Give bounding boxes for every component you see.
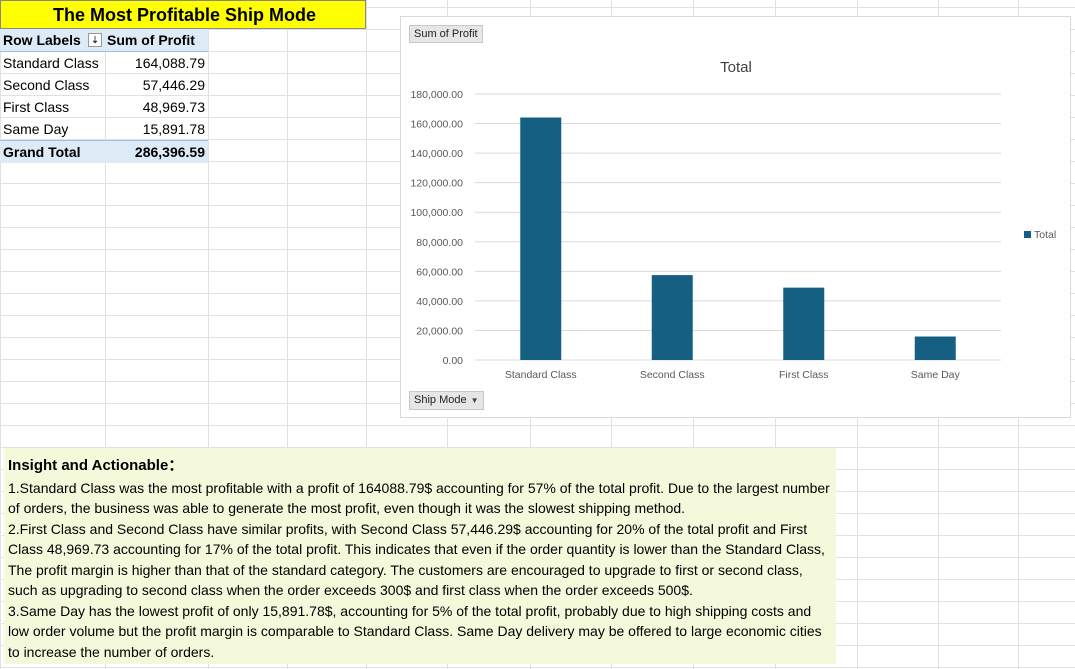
pivot-row[interactable]: Same Day 15,891.78 xyxy=(0,118,208,140)
x-tick-label: First Class xyxy=(779,369,829,381)
y-tick-label: 60,000.00 xyxy=(416,266,463,278)
x-tick-label: Standard Class xyxy=(505,369,577,381)
row-value: 164,088.79 xyxy=(134,55,205,71)
grand-total-value: 286,396.59 xyxy=(134,144,205,160)
field-button-label: Sum of Profit xyxy=(414,28,478,40)
bar-chart-svg: 0.00 20,000.00 40,000.00 60,000.00 80,000.00… xyxy=(410,59,1056,381)
filter-sort-icon[interactable]: ⇣ xyxy=(88,33,102,47)
sum-of-profit-field-button[interactable]: Sum of Profit xyxy=(409,25,483,43)
pivot-title: The Most Profitable Ship Mode xyxy=(0,0,366,29)
y-tick-label: 40,000.00 xyxy=(416,296,463,308)
y-tick-label: 100,000.00 xyxy=(410,207,463,219)
ship-mode-field-button[interactable]: Ship Mode ▼ xyxy=(409,391,484,410)
insight-textbox[interactable]: Insight and Actionable： 1.Standard Class… xyxy=(4,448,836,664)
insight-heading: Insight and Actionable： xyxy=(8,457,184,474)
row-value: 15,891.78 xyxy=(142,121,205,137)
pivot-row[interactable]: First Class 48,969.73 xyxy=(0,96,208,118)
pivot-table: Row Labels ⇣ Sum of Profit Standard Clas… xyxy=(0,29,208,163)
chart-title: Total xyxy=(720,59,752,76)
row-label: Same Day xyxy=(3,121,69,137)
insight-point: 1.Standard Class was the most profitable… xyxy=(8,479,830,517)
pivot-row[interactable]: Second Class 57,446.29 xyxy=(0,74,208,96)
row-label: Standard Class xyxy=(3,55,99,71)
field-button-label: Ship Mode xyxy=(414,394,467,406)
y-tick-label: 160,000.00 xyxy=(410,119,463,131)
dropdown-arrow-icon[interactable]: ▼ xyxy=(471,396,479,405)
row-label: Second Class xyxy=(3,77,90,93)
row-value: 57,446.29 xyxy=(142,77,205,93)
bar xyxy=(783,287,825,360)
y-tick-label: 0.00 xyxy=(443,355,464,367)
bar xyxy=(520,117,562,360)
x-tick-label: Second Class xyxy=(640,369,705,381)
legend-swatch xyxy=(1024,231,1031,238)
pivot-grand-total-row[interactable]: Grand Total 286,396.59 xyxy=(0,140,208,163)
insight-point: 3.Same Day has the lowest profit of only… xyxy=(8,602,822,660)
y-tick-label: 80,000.00 xyxy=(416,237,463,249)
y-tick-label: 180,000.00 xyxy=(410,89,463,101)
row-labels-header[interactable]: Row Labels xyxy=(3,29,81,51)
row-label: First Class xyxy=(3,99,70,115)
row-value: 48,969.73 xyxy=(142,99,205,115)
y-tick-label: 140,000.00 xyxy=(410,148,463,160)
bar xyxy=(651,275,693,360)
grand-total-label: Grand Total xyxy=(3,144,81,160)
sum-of-profit-header[interactable]: Sum of Profit xyxy=(107,29,195,51)
insight-point: 2.First Class and Second Class have simi… xyxy=(8,520,825,599)
y-tick-label: 120,000.00 xyxy=(410,178,463,190)
pivot-chart[interactable]: 0.00 20,000.00 40,000.00 60,000.00 80,000.00… xyxy=(400,16,1071,418)
pivot-header-row: Row Labels ⇣ Sum of Profit xyxy=(0,29,208,52)
y-tick-label: 20,000.00 xyxy=(416,325,463,337)
x-tick-label: Same Day xyxy=(911,369,961,381)
pivot-row[interactable]: Standard Class 164,088.79 xyxy=(0,52,208,74)
bar xyxy=(914,336,956,360)
legend-label: Total xyxy=(1034,229,1056,241)
